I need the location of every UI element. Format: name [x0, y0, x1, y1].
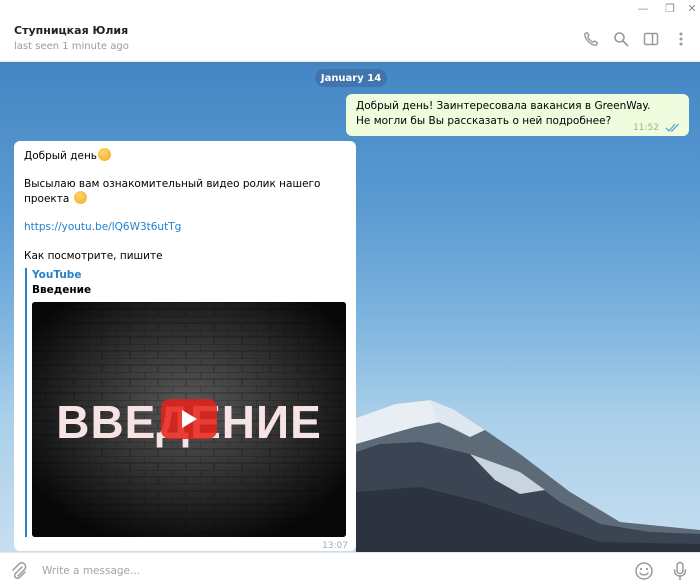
message-input[interactable] — [42, 559, 622, 583]
youtube-link[interactable]: https://youtu.be/lQ6W3t6utTg — [24, 220, 181, 234]
link-preview-site[interactable]: YouTube — [32, 269, 81, 281]
peer-status: last seen 1 minute ago — [14, 41, 129, 52]
smiling-emoji-icon — [98, 148, 111, 161]
video-thumbnail[interactable]: ВВЕДЕНИЕ — [32, 302, 346, 537]
phone-icon[interactable] — [580, 28, 602, 50]
attach-icon[interactable] — [9, 561, 27, 584]
title-bar: — ❐ ✕ — [0, 0, 700, 17]
emoji-icon[interactable] — [634, 561, 654, 584]
minimize-button[interactable]: — — [632, 0, 654, 17]
link-preview-title: Введение — [32, 284, 92, 296]
link-preview-bar — [25, 268, 27, 537]
smiling-emoji-icon — [73, 191, 87, 204]
close-window-button[interactable]: ✕ — [681, 0, 700, 17]
date-separator: January 14 — [315, 69, 387, 87]
play-icon[interactable] — [161, 399, 217, 439]
incoming-line-reply: Как посмотрите, пишите — [24, 250, 163, 262]
maximize-button[interactable]: ❐ — [659, 0, 681, 17]
outgoing-message[interactable]: Добрый день! Заинтересовала вакансия в G… — [346, 94, 689, 136]
incoming-message[interactable]: Добрый день Высылаю вам ознакомительный … — [14, 141, 356, 551]
incoming-message-time: 13:07 — [322, 541, 348, 551]
peer-name[interactable]: Ступницкая Юлия — [14, 24, 128, 37]
message-composer — [0, 552, 700, 588]
more-vertical-icon[interactable] — [670, 28, 692, 50]
chat-header: Ступницкая Юлия last seen 1 minute ago — [0, 17, 700, 62]
outgoing-message-text: Добрый день! Заинтересовала вакансия в G… — [356, 100, 651, 127]
microphone-icon[interactable] — [672, 561, 688, 584]
incoming-line-greeting: Добрый день — [24, 148, 111, 163]
chat-area[interactable]: January 14 Добрый день! Заинтересовала в… — [0, 62, 700, 552]
double-check-icon — [665, 123, 679, 132]
outgoing-message-time: 11:52 — [633, 123, 659, 133]
search-icon[interactable] — [610, 28, 632, 50]
sidebar-toggle-icon[interactable] — [640, 28, 662, 50]
incoming-line-video: Высылаю вам ознакомительный видео ролик … — [24, 178, 321, 205]
